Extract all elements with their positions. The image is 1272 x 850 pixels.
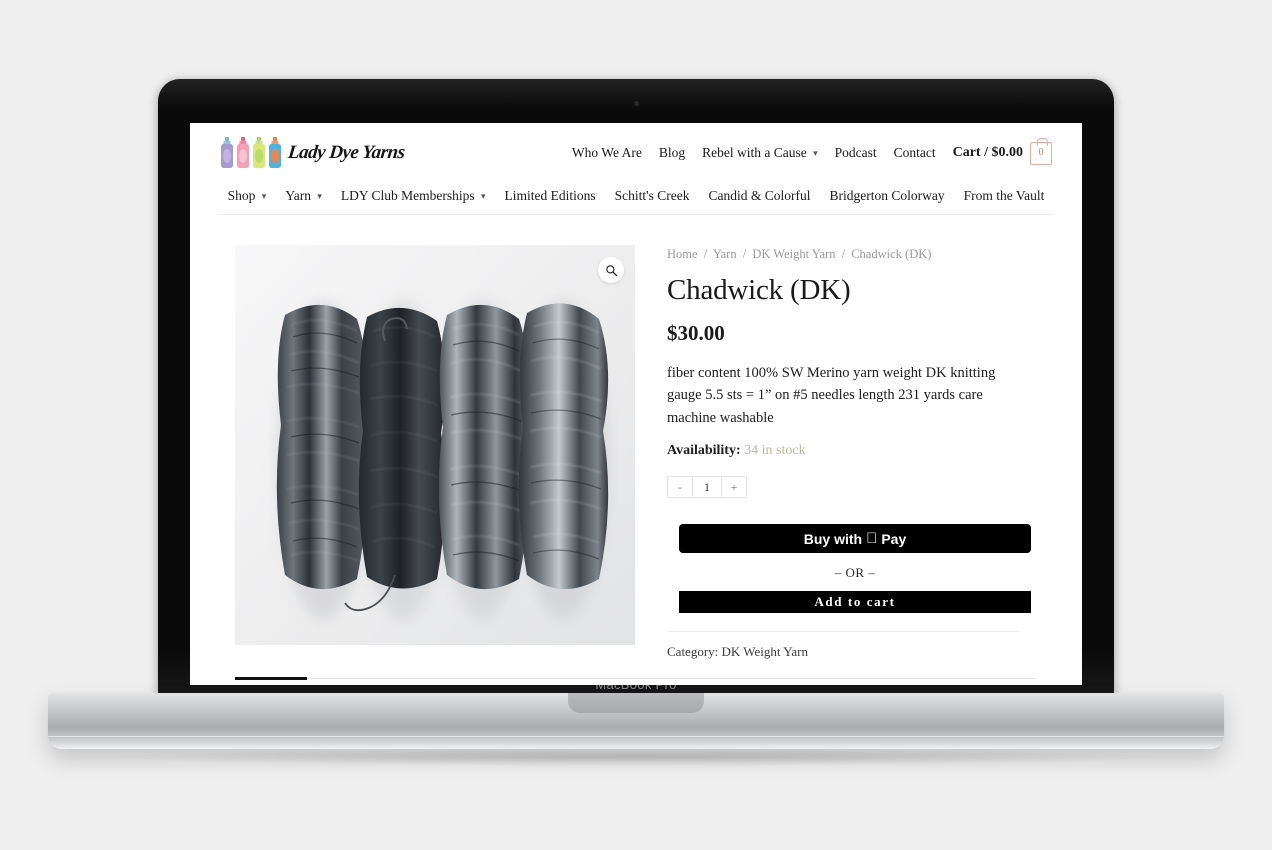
product-tabs-section: Description Additional information Revie… <box>190 677 1082 685</box>
apple-pay-suffix: Pay <box>875 530 906 547</box>
product-summary: Home / Yarn / DK Weight Yarn / Chadwick … <box>667 245 1052 660</box>
spray-can-icon-4 <box>269 137 281 168</box>
add-to-cart-button[interactable]: Add to cart <box>679 591 1031 614</box>
yarn-skeins-photo <box>235 245 635 645</box>
main-nav-item-limited-editions[interactable]: Limited Editions <box>505 188 596 204</box>
breadcrumb: Home / Yarn / DK Weight Yarn / Chadwick … <box>667 247 1052 262</box>
breadcrumb-item-home[interactable]: Home <box>667 247 698 261</box>
apple-pay-prefix: Buy with <box>803 530 863 547</box>
main-nav-item-schitts-creek[interactable]: Schitt's Creek <box>615 188 690 204</box>
chevron-down-icon: ▾ <box>813 148 818 158</box>
cart-total-label: Cart / $0.00 <box>952 145 1023 160</box>
product-tabs: Description Additional information Revie… <box>235 677 1037 685</box>
main-nav-item-candid-and-colorful[interactable]: Candid & Colorful <box>708 188 810 204</box>
magnifier-icon[interactable] <box>598 257 624 283</box>
shopping-bag-icon[interactable]: 0 <box>1030 137 1052 165</box>
page-title: Chadwick (DK) <box>667 274 851 306</box>
category-link[interactable]: DK Weight Yarn <box>722 644 808 659</box>
tab-additional-information[interactable]: Additional information <box>331 679 465 685</box>
quantity-stepper[interactable]: - 1 + <box>667 476 747 499</box>
chevron-down-icon: ▾ <box>261 190 267 201</box>
apple-logo-icon:  <box>866 531 877 546</box>
browser-viewport: Lady Dye Yarns Who We Are Blog Rebel wit… <box>190 123 1082 685</box>
chevron-down-icon: ▾ <box>481 190 486 201</box>
availability-label: Availability: <box>667 443 741 459</box>
main-nav-item-bridgerton-colorway[interactable]: Bridgerton Colorway <box>829 188 944 204</box>
product-section: Home / Yarn / DK Weight Yarn / Chadwick … <box>190 215 1082 660</box>
top-nav-item-blog[interactable]: Blog <box>659 145 685 161</box>
main-nav-label: Candid & Colorful <box>708 187 811 203</box>
laptop-base <box>48 693 1224 749</box>
site-header: Lady Dye Yarns Who We Are Blog Rebel wit… <box>190 123 1082 215</box>
spray-can-icons <box>220 137 282 169</box>
breadcrumb-separator: / <box>703 247 708 261</box>
top-nav-label: Blog <box>658 145 686 160</box>
breadcrumb-item-current: Chadwick (DK) <box>851 247 932 261</box>
product-price: $30.00 <box>667 321 725 345</box>
main-nav-label: Yarn <box>285 187 311 203</box>
chevron-down-icon: ▾ <box>317 190 322 201</box>
product-image[interactable] <box>235 245 635 645</box>
breadcrumb-separator: / <box>742 247 747 261</box>
main-navigation: Shop ▾ Yarn ▾ LDY Club Memberships ▾ Lim… <box>220 177 1052 215</box>
quantity-increment-button[interactable]: + <box>722 476 747 499</box>
top-navigation: Who We Are Blog Rebel with a Cause ▾ Pod… <box>572 137 1052 165</box>
breadcrumb-separator: / <box>841 247 846 261</box>
site-logo[interactable]: Lady Dye Yarns <box>220 137 406 169</box>
product-description: fiber content 100% SW Merino yarn weight… <box>667 365 996 426</box>
laptop-lid: MacBook Pro <box>158 79 1114 697</box>
spray-can-icon-1 <box>221 137 233 168</box>
apple-pay-button[interactable]: Buy with  Pay <box>679 524 1031 554</box>
main-nav-item-ldy-club-memberships[interactable]: LDY Club Memberships ▾ <box>341 188 486 204</box>
top-nav-item-podcast[interactable]: Podcast <box>835 145 877 161</box>
stock-status: 34 in stock <box>744 443 806 459</box>
main-nav-item-shop[interactable]: Shop ▾ <box>228 188 267 204</box>
breadcrumb-item-dk-weight-yarn[interactable]: DK Weight Yarn <box>752 247 835 261</box>
header-top-row: Lady Dye Yarns Who We Are Blog Rebel wit… <box>220 123 1052 177</box>
top-nav-item-who-we-are[interactable]: Who We Are <box>572 145 642 161</box>
divider <box>667 631 1019 633</box>
webcam-icon <box>633 101 639 106</box>
screenshot-stage: MacBook Pro <box>0 0 1272 850</box>
cart-button[interactable]: Cart / $0.00 0 <box>952 137 1052 165</box>
top-nav-label: Rebel with a Cause <box>702 145 807 160</box>
category-label: Category: <box>667 644 719 660</box>
main-nav-label: Schitt's Creek <box>614 187 690 203</box>
laptop-base-edge <box>48 736 1224 737</box>
top-nav-label: Podcast <box>834 145 877 160</box>
main-nav-label: LDY Club Memberships <box>340 187 475 203</box>
top-nav-item-rebel-with-a-cause[interactable]: Rebel with a Cause ▾ <box>702 145 818 161</box>
main-nav-item-from-the-vault[interactable]: From the Vault <box>964 188 1045 204</box>
breadcrumb-item-yarn[interactable]: Yarn <box>713 247 737 261</box>
or-separator: – OR – <box>834 565 876 581</box>
cart-item-count: 0 <box>1038 147 1044 158</box>
top-nav-label: Who We Are <box>571 145 642 160</box>
quantity-decrement-button[interactable]: - <box>667 476 692 499</box>
laptop-base-notch <box>568 693 704 713</box>
main-nav-label: From the Vault <box>963 187 1045 203</box>
tab-description[interactable]: Description <box>235 677 307 685</box>
product-gallery <box>235 245 635 660</box>
quantity-input[interactable]: 1 <box>692 476 722 499</box>
top-nav-item-contact[interactable]: Contact <box>894 145 936 161</box>
main-nav-label: Limited Editions <box>504 187 596 203</box>
laptop-shadow <box>120 748 1152 766</box>
main-nav-label: Shop <box>227 187 256 203</box>
main-nav-label: Bridgerton Colorway <box>829 187 945 203</box>
spray-can-icon-2 <box>237 137 249 168</box>
availability-row: Availability: 34 in stock <box>667 443 1052 459</box>
top-nav-label: Contact <box>893 145 936 160</box>
spray-can-icon-3 <box>253 137 265 168</box>
purchase-block: Buy with  Pay – OR – Add to cart <box>679 524 1031 614</box>
tab-reviews[interactable]: Reviews (0) <box>489 679 559 685</box>
magnifier-glyph <box>605 264 617 276</box>
main-nav-item-yarn[interactable]: Yarn ▾ <box>285 188 322 204</box>
logo-wordmark: Lady Dye Yarns <box>286 142 406 163</box>
product-category: Category: DK Weight Yarn <box>667 644 1052 660</box>
